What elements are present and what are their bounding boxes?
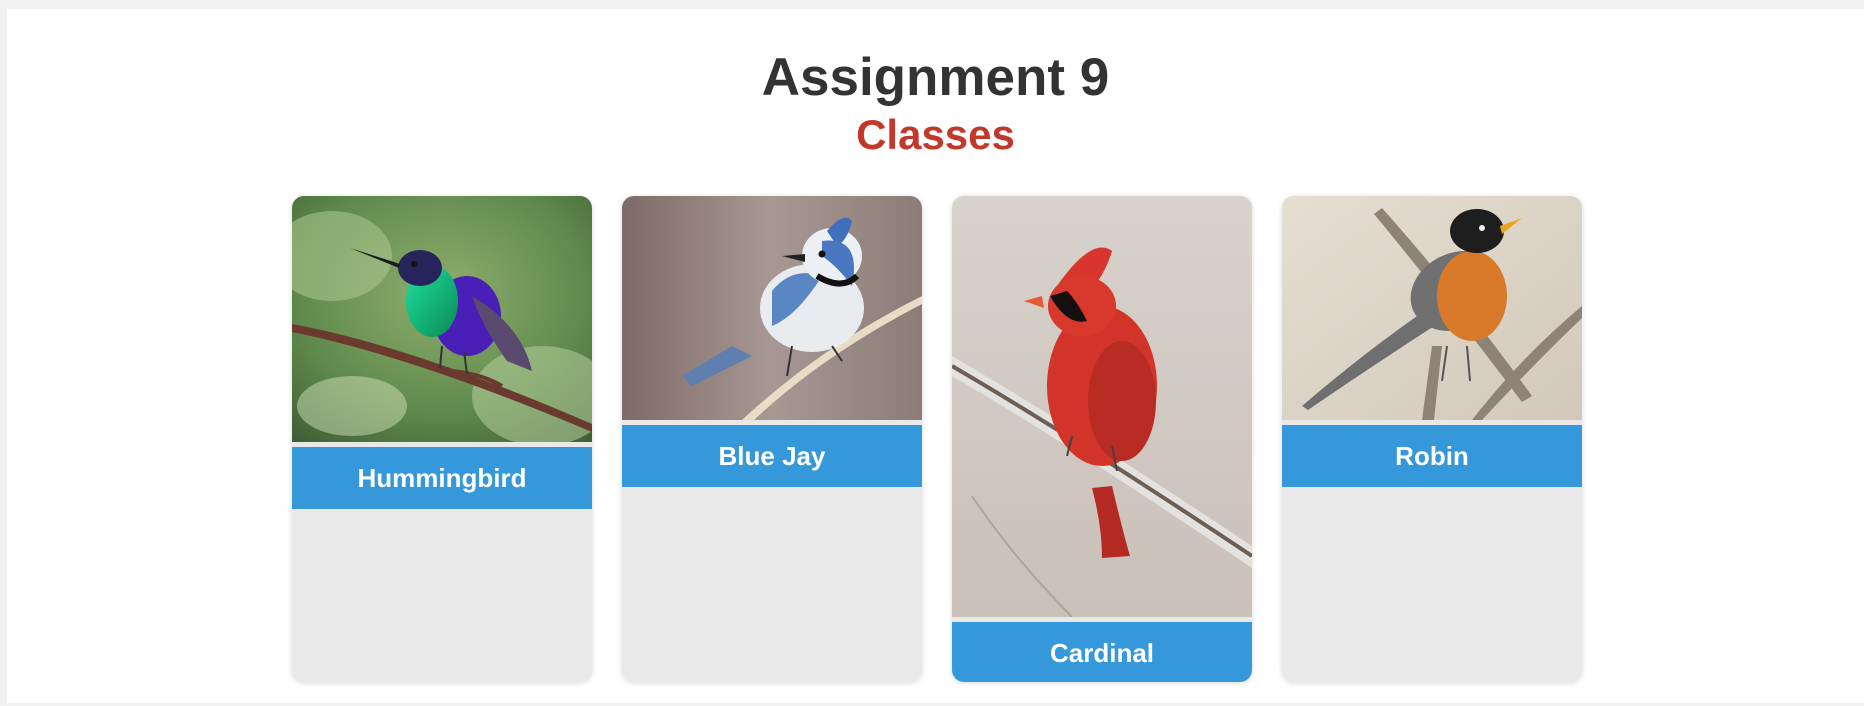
cardinal-photo xyxy=(952,196,1252,617)
blue-jay-photo xyxy=(622,196,922,420)
card-label: Hummingbird xyxy=(292,447,592,509)
card-label: Blue Jay xyxy=(622,425,922,487)
page: Assignment 9 Classes Hummingbird Blue Ja… xyxy=(7,9,1864,703)
page-title: Assignment 9 xyxy=(761,48,1110,107)
bird-card-cardinal: Cardinal xyxy=(952,196,1252,682)
card-label: Robin xyxy=(1282,425,1582,487)
page-subtitle: Classes xyxy=(856,111,1015,158)
bird-card-hummingbird: Hummingbird xyxy=(292,196,592,682)
robin-photo xyxy=(1282,196,1582,420)
bird-card-robin: Robin xyxy=(1282,196,1582,682)
bird-card-blue-jay: Blue Jay xyxy=(622,196,922,682)
hummingbird-photo xyxy=(292,196,592,442)
card-label: Cardinal xyxy=(952,622,1252,682)
